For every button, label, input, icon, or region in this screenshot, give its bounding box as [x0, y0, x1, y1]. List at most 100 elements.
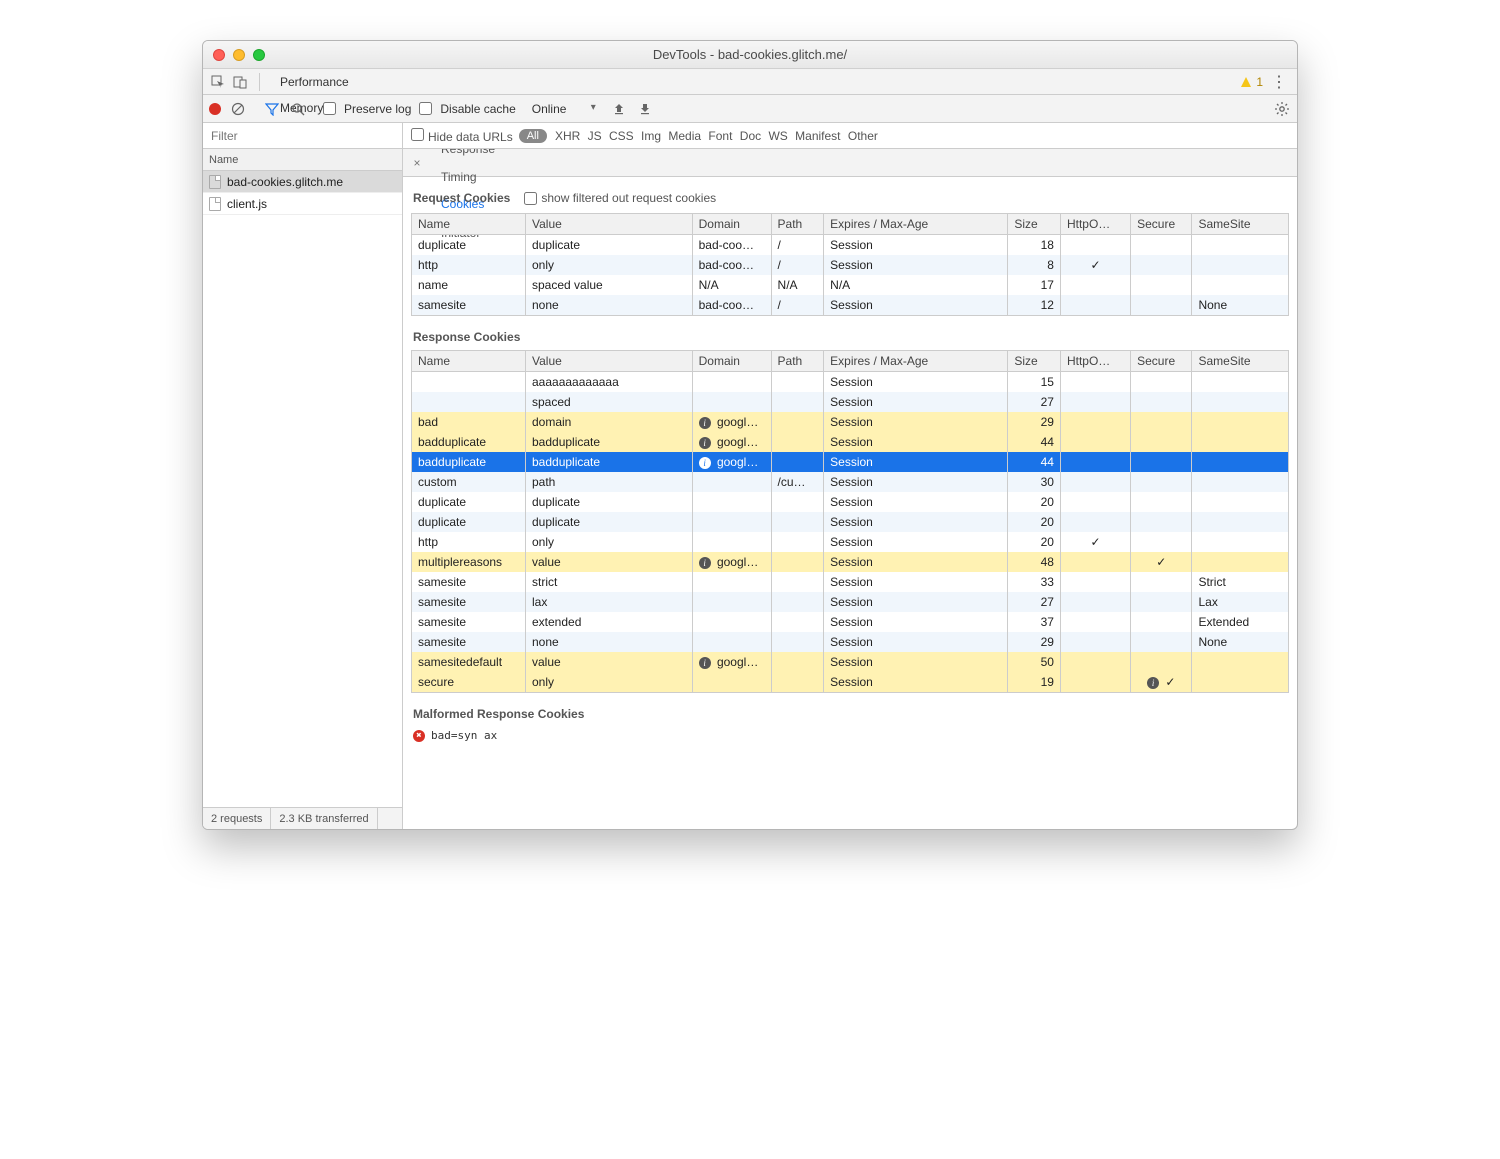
tab-performance[interactable]: Performance [270, 69, 359, 95]
column-header[interactable]: Path [771, 351, 824, 372]
detail-subtabs: × HeadersPreviewResponseTimingCookiesIni… [403, 149, 1297, 177]
cookie-row[interactable]: duplicateduplicateSession20 [412, 492, 1289, 512]
upload-icon[interactable] [610, 100, 628, 118]
filter-type-media[interactable]: Media [666, 129, 703, 143]
disable-cache-checkbox[interactable]: Disable cache [419, 102, 515, 116]
cookie-row[interactable]: baddomaini googl…Session29 [412, 412, 1289, 432]
filter-icon[interactable] [263, 100, 281, 118]
column-header[interactable]: HttpO… [1060, 351, 1130, 372]
preserve-log-checkbox[interactable]: Preserve log [323, 102, 411, 116]
cell-value: only [526, 255, 693, 275]
filter-type-js[interactable]: JS [586, 129, 604, 143]
cookie-row[interactable]: namespaced valueN/AN/AN/A17 [412, 275, 1289, 295]
column-header[interactable]: Name [412, 351, 526, 372]
inspect-icon[interactable] [209, 73, 227, 91]
cookie-row[interactable]: httponlybad-coo…/Session8✓ [412, 255, 1289, 275]
hide-data-urls-checkbox[interactable]: Hide data URLs [411, 128, 513, 144]
column-header[interactable]: Value [526, 351, 693, 372]
column-header[interactable]: Value [526, 214, 693, 235]
cookie-row[interactable]: multiplereasonsvaluei googl…Session48✓ [412, 552, 1289, 572]
device-toggle-icon[interactable] [231, 73, 249, 91]
request-cookies-table[interactable]: NameValueDomainPathExpires / Max-AgeSize… [411, 213, 1289, 316]
request-item-label: client.js [227, 197, 267, 211]
cell-size: 30 [1008, 472, 1061, 492]
cell-value: duplicate [526, 512, 693, 532]
column-header[interactable]: Path [771, 214, 824, 235]
column-header[interactable]: HttpO… [1060, 214, 1130, 235]
filter-type-manifest[interactable]: Manifest [793, 129, 842, 143]
filter-all-pill[interactable]: All [519, 129, 547, 143]
filter-type-doc[interactable]: Doc [738, 129, 763, 143]
cell-secure [1131, 432, 1192, 452]
cookie-row[interactable]: samesitenonebad-coo…/Session12None [412, 295, 1289, 316]
cell-samesite: Strict [1192, 572, 1289, 592]
request-item[interactable]: bad-cookies.glitch.me [203, 171, 402, 193]
cookie-row[interactable]: samesitenoneSession29None [412, 632, 1289, 652]
filter-type-css[interactable]: CSS [607, 129, 636, 143]
column-header[interactable]: Domain [692, 351, 771, 372]
warning-badge[interactable]: 1 [1240, 75, 1263, 89]
cell-domain [692, 672, 771, 693]
filter-type-other[interactable]: Other [846, 129, 880, 143]
cookie-row[interactable]: secureonlySession19i ✓ [412, 672, 1289, 693]
response-cookies-table[interactable]: NameValueDomainPathExpires / Max-AgeSize… [411, 350, 1289, 693]
cell-secure [1131, 532, 1192, 552]
cookie-row[interactable]: samesitedefaultvaluei googl…Session50 [412, 652, 1289, 672]
cell-samesite [1192, 532, 1289, 552]
close-detail-icon[interactable]: × [407, 156, 427, 170]
sidebar-header: Name [203, 149, 402, 171]
throttling-select[interactable]: Online [532, 100, 602, 118]
cookie-row[interactable]: duplicateduplicatebad-coo…/Session18 [412, 235, 1289, 256]
cookie-row[interactable]: httponlySession20✓ [412, 532, 1289, 552]
column-header[interactable]: SameSite [1192, 214, 1289, 235]
column-header[interactable]: Secure [1131, 351, 1192, 372]
column-header[interactable]: Size [1008, 351, 1061, 372]
cookie-row[interactable]: badduplicatebadduplicatei googl…Session4… [412, 452, 1289, 472]
clear-icon[interactable] [229, 100, 247, 118]
cell-http [1060, 632, 1130, 652]
cell-size: 12 [1008, 295, 1061, 316]
cell-samesite [1192, 652, 1289, 672]
subtab-response[interactable]: Response [429, 149, 507, 163]
column-header[interactable]: Expires / Max-Age [824, 214, 1008, 235]
cookie-row[interactable]: samesitestrictSession33Strict [412, 572, 1289, 592]
cell-value: none [526, 295, 693, 316]
column-header[interactable]: Name [412, 214, 526, 235]
cell-name: samesite [412, 592, 526, 612]
show-filtered-checkbox[interactable]: show filtered out request cookies [524, 191, 716, 205]
cell-samesite [1192, 452, 1289, 472]
main-area: Name bad-cookies.glitch.meclient.js 2 re… [203, 149, 1297, 829]
column-header[interactable]: SameSite [1192, 351, 1289, 372]
request-item[interactable]: client.js [203, 193, 402, 215]
filter-type-font[interactable]: Font [706, 129, 734, 143]
cell-http [1060, 452, 1130, 472]
cookie-row[interactable]: samesitelaxSession27Lax [412, 592, 1289, 612]
filter-input[interactable] [203, 123, 403, 148]
settings-gear-icon[interactable] [1273, 100, 1291, 118]
download-icon[interactable] [636, 100, 654, 118]
cookie-row[interactable]: duplicateduplicateSession20 [412, 512, 1289, 532]
search-icon[interactable] [289, 100, 307, 118]
column-header[interactable]: Expires / Max-Age [824, 351, 1008, 372]
cell-expires: Session [824, 612, 1008, 632]
cell-samesite: None [1192, 295, 1289, 316]
record-button[interactable] [209, 103, 221, 115]
cell-secure [1131, 295, 1192, 316]
cell-secure [1131, 512, 1192, 532]
filter-type-img[interactable]: Img [639, 129, 663, 143]
cookie-row[interactable]: aaaaaaaaaaaaaSession15 [412, 372, 1289, 393]
column-header[interactable]: Domain [692, 214, 771, 235]
cell-expires: Session [824, 492, 1008, 512]
filter-type-xhr[interactable]: XHR [553, 129, 582, 143]
cell-secure [1131, 412, 1192, 432]
cookie-row[interactable]: spacedSession27 [412, 392, 1289, 412]
cookie-row[interactable]: samesiteextendedSession37Extended [412, 612, 1289, 632]
column-header[interactable]: Secure [1131, 214, 1192, 235]
cookie-row[interactable]: badduplicatebadduplicatei googl…Session4… [412, 432, 1289, 452]
more-menu-icon[interactable]: ⋮ [1267, 72, 1291, 92]
cookie-row[interactable]: custompath/cu…Session30 [412, 472, 1289, 492]
filter-type-ws[interactable]: WS [766, 129, 789, 143]
column-header[interactable]: Size [1008, 214, 1061, 235]
detail-panel: × HeadersPreviewResponseTimingCookiesIni… [403, 149, 1297, 829]
cell-value: aaaaaaaaaaaaa [526, 372, 693, 393]
